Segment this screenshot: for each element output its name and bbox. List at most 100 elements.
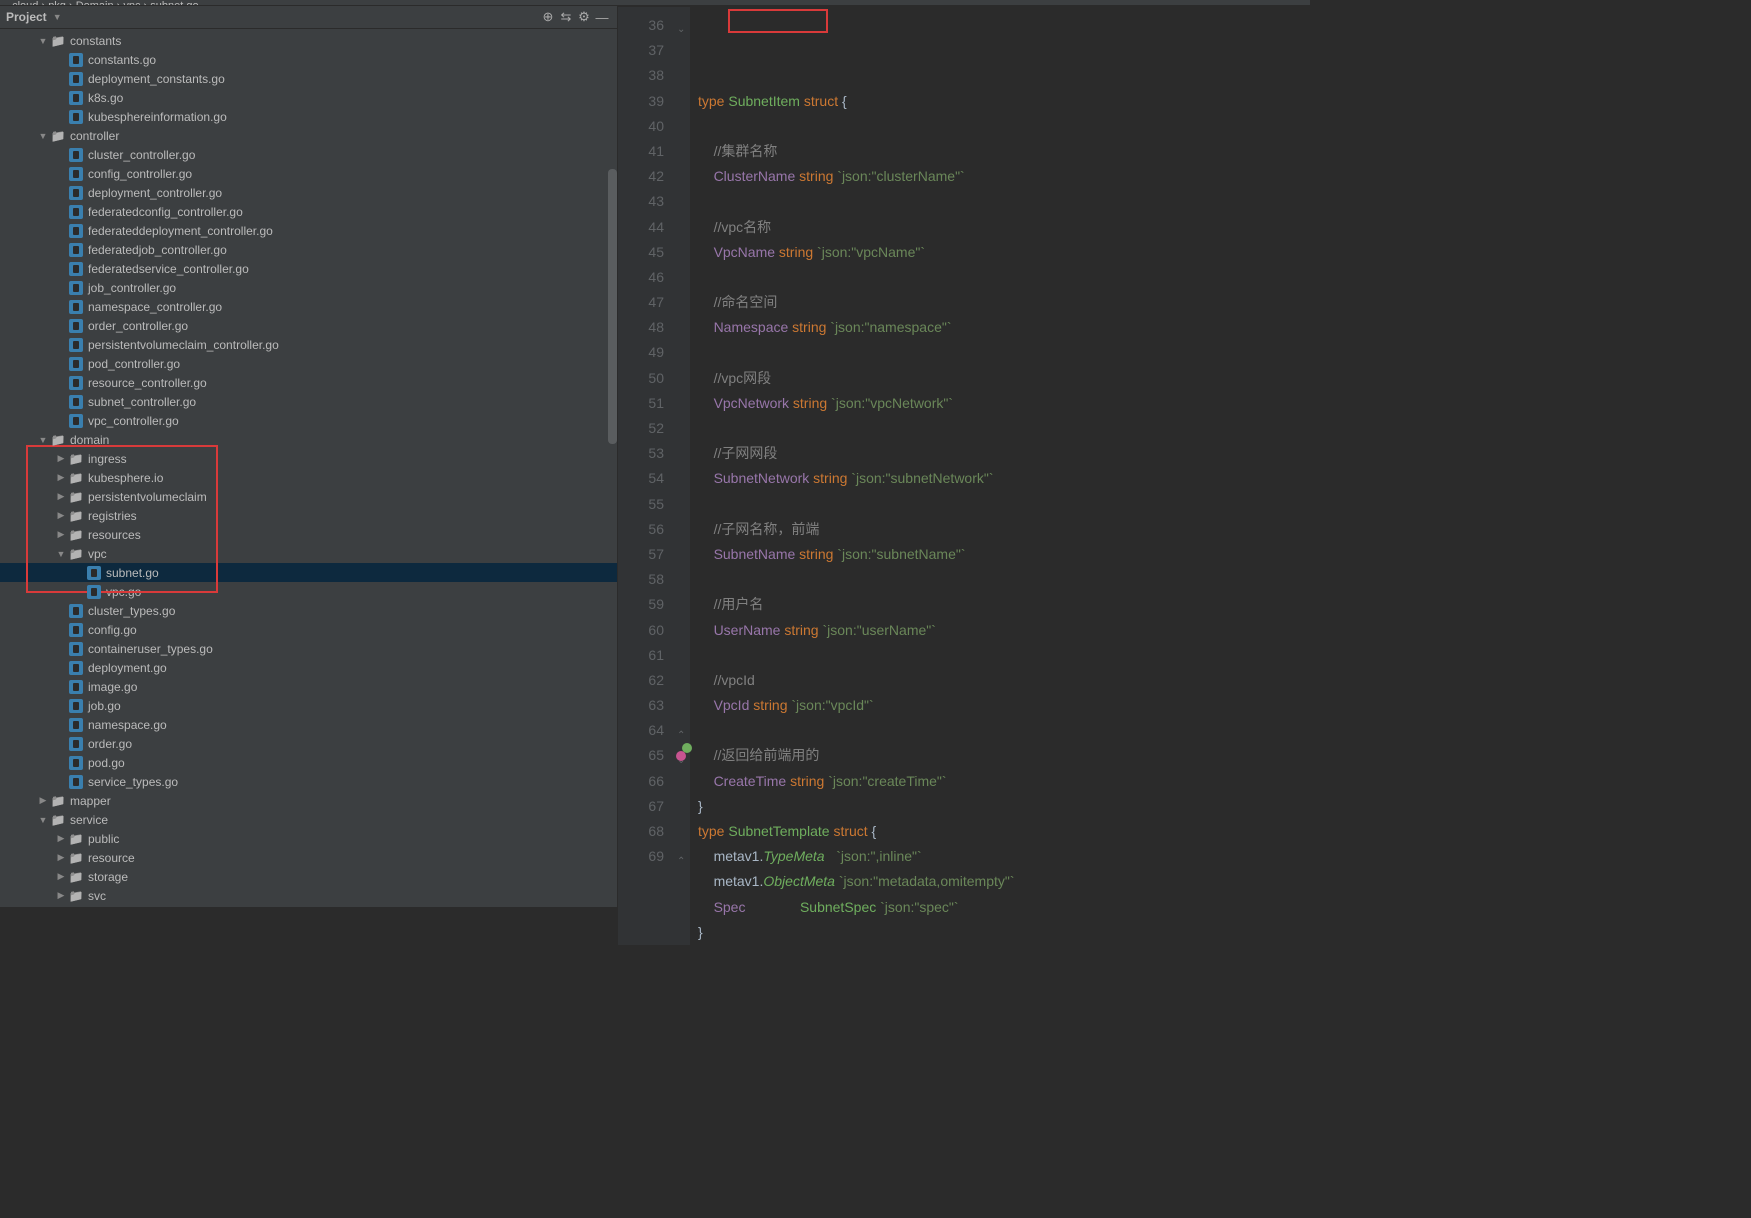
code-line[interactable] <box>698 718 1310 743</box>
line-number[interactable]: 64 <box>618 718 664 743</box>
collapse-all-icon[interactable]: ⇆ <box>557 9 575 25</box>
line-number[interactable]: 43 <box>618 189 664 214</box>
expand-arrow-icon[interactable]: ▼ <box>54 549 68 559</box>
tree-file-pod.go[interactable]: pod.go <box>0 753 617 772</box>
tree-file-deployment_constants.go[interactable]: deployment_constants.go <box>0 69 617 88</box>
code-line[interactable]: Spec SubnetSpec `json:"spec"` <box>698 895 1310 920</box>
line-number[interactable]: 57 <box>618 542 664 567</box>
code-line[interactable]: type SubnetItem struct { <box>698 89 1310 114</box>
line-number[interactable]: 68 <box>618 819 664 844</box>
tree-file-service_types.go[interactable]: service_types.go <box>0 772 617 791</box>
tree-file-subnet.go[interactable]: subnet.go <box>0 563 617 582</box>
code-line[interactable]: //vpcId <box>698 668 1310 693</box>
line-number[interactable]: 53 <box>618 441 664 466</box>
tree-file-vpc_controller.go[interactable]: vpc_controller.go <box>0 411 617 430</box>
expand-arrow-icon[interactable]: ▶ <box>54 453 68 464</box>
code-content[interactable]: type SubnetItem struct { //集群名称 ClusterN… <box>690 7 1310 945</box>
tree-folder-resources[interactable]: ▶resources <box>0 525 617 544</box>
tree-file-cluster_controller.go[interactable]: cluster_controller.go <box>0 145 617 164</box>
tree-folder-mapper[interactable]: ▶mapper <box>0 791 617 810</box>
code-line[interactable]: VpcNetwork string `json:"vpcNetwork"` <box>698 391 1310 416</box>
tree-file-containeruser_types.go[interactable]: containeruser_types.go <box>0 639 617 658</box>
line-number[interactable]: 55 <box>618 492 664 517</box>
line-number[interactable]: 56 <box>618 517 664 542</box>
code-line[interactable] <box>698 643 1310 668</box>
code-line[interactable] <box>698 567 1310 592</box>
expand-arrow-icon[interactable]: ▶ <box>54 871 68 882</box>
code-line[interactable] <box>698 416 1310 441</box>
expand-arrow-icon[interactable]: ▶ <box>54 510 68 521</box>
tree-folder-public[interactable]: ▶public <box>0 829 617 848</box>
tree-folder-vpc[interactable]: ▼vpc <box>0 544 617 563</box>
tree-scrollbar[interactable] <box>608 169 617 444</box>
locate-icon[interactable]: ⊕ <box>539 9 557 25</box>
line-number[interactable]: 47 <box>618 290 664 315</box>
line-number[interactable]: 51 <box>618 391 664 416</box>
tree-file-federatedservice_controller.go[interactable]: federatedservice_controller.go <box>0 259 617 278</box>
tree-folder-svc[interactable]: ▶svc <box>0 886 617 905</box>
code-line[interactable]: Namespace string `json:"namespace"` <box>698 315 1310 340</box>
expand-arrow-icon[interactable]: ▶ <box>54 833 68 844</box>
fold-toggle-icon[interactable]: ⌃ <box>677 723 685 748</box>
line-number[interactable]: 50 <box>618 366 664 391</box>
fold-toggle-icon[interactable]: ⌃ <box>677 849 685 874</box>
expand-arrow-icon[interactable]: ▼ <box>36 435 50 445</box>
tree-file-vpc.go[interactable]: vpc.go <box>0 582 617 601</box>
tree-file-federatedconfig_controller.go[interactable]: federatedconfig_controller.go <box>0 202 617 221</box>
line-number[interactable]: 65 <box>618 743 664 768</box>
expand-arrow-icon[interactable]: ▶ <box>54 852 68 863</box>
fold-gutter[interactable]: ⌄⌃⌄⌃ <box>676 7 690 945</box>
line-number[interactable]: 58 <box>618 567 664 592</box>
code-line[interactable] <box>698 340 1310 365</box>
tree-file-federateddeployment_controller.go[interactable]: federateddeployment_controller.go <box>0 221 617 240</box>
tree-folder-service[interactable]: ▼service <box>0 810 617 829</box>
line-number[interactable]: 44 <box>618 215 664 240</box>
line-number[interactable]: 45 <box>618 240 664 265</box>
line-number[interactable]: 46 <box>618 265 664 290</box>
code-line[interactable] <box>698 265 1310 290</box>
code-line[interactable]: metav1.ObjectMeta `json:"metadata,omitem… <box>698 869 1310 894</box>
code-line[interactable]: //集群名称 <box>698 139 1310 164</box>
tree-folder-kubesphere.io[interactable]: ▶kubesphere.io <box>0 468 617 487</box>
minimize-icon[interactable]: — <box>593 10 611 25</box>
project-tree[interactable]: ▼constantsconstants.godeployment_constan… <box>0 29 617 907</box>
code-line[interactable]: SubnetName string `json:"subnetName"` <box>698 542 1310 567</box>
tree-file-config.go[interactable]: config.go <box>0 620 617 639</box>
project-view-dropdown[interactable]: ▼ <box>53 12 62 22</box>
line-number[interactable]: 61 <box>618 643 664 668</box>
code-line[interactable] <box>698 189 1310 214</box>
line-number[interactable]: 49 <box>618 340 664 365</box>
tree-folder-ingress[interactable]: ▶ingress <box>0 449 617 468</box>
tree-file-pod_controller.go[interactable]: pod_controller.go <box>0 354 617 373</box>
tree-folder-persistentvolumeclaim[interactable]: ▶persistentvolumeclaim <box>0 487 617 506</box>
code-line[interactable]: } <box>698 920 1310 945</box>
fold-toggle-icon[interactable]: ⌄ <box>677 748 685 773</box>
tree-file-kubesphereinformation.go[interactable]: kubesphereinformation.go <box>0 107 617 126</box>
tree-file-order.go[interactable]: order.go <box>0 734 617 753</box>
tree-file-deployment.go[interactable]: deployment.go <box>0 658 617 677</box>
code-editor[interactable]: 3637383940414243444546474849505152535455… <box>618 7 1310 945</box>
tree-file-namespace.go[interactable]: namespace.go <box>0 715 617 734</box>
tree-folder-resource[interactable]: ▶resource <box>0 848 617 867</box>
tree-file-deployment_controller.go[interactable]: deployment_controller.go <box>0 183 617 202</box>
code-line[interactable]: ClusterName string `json:"clusterName"` <box>698 164 1310 189</box>
tree-file-k8s.go[interactable]: k8s.go <box>0 88 617 107</box>
line-number[interactable]: 60 <box>618 618 664 643</box>
line-number[interactable]: 66 <box>618 769 664 794</box>
tree-file-resource_controller.go[interactable]: resource_controller.go <box>0 373 617 392</box>
expand-arrow-icon[interactable]: ▶ <box>54 472 68 483</box>
code-line[interactable]: UserName string `json:"userName"` <box>698 618 1310 643</box>
line-number[interactable]: 62 <box>618 668 664 693</box>
code-line[interactable]: metav1.TypeMeta `json:",inline"` <box>698 844 1310 869</box>
tree-folder-registries[interactable]: ▶registries <box>0 506 617 525</box>
tree-folder-constants[interactable]: ▼constants <box>0 31 617 50</box>
tree-folder-storage[interactable]: ▶storage <box>0 867 617 886</box>
tree-folder-controller[interactable]: ▼controller <box>0 126 617 145</box>
line-number[interactable]: 38 <box>618 63 664 88</box>
tree-file-job.go[interactable]: job.go <box>0 696 617 715</box>
tree-file-persistentvolumeclaim_controller.go[interactable]: persistentvolumeclaim_controller.go <box>0 335 617 354</box>
tree-file-federatedjob_controller.go[interactable]: federatedjob_controller.go <box>0 240 617 259</box>
code-line[interactable]: //返回给前端用的 <box>698 743 1310 768</box>
tree-file-order_controller.go[interactable]: order_controller.go <box>0 316 617 335</box>
code-line[interactable]: //命名空间 <box>698 290 1310 315</box>
